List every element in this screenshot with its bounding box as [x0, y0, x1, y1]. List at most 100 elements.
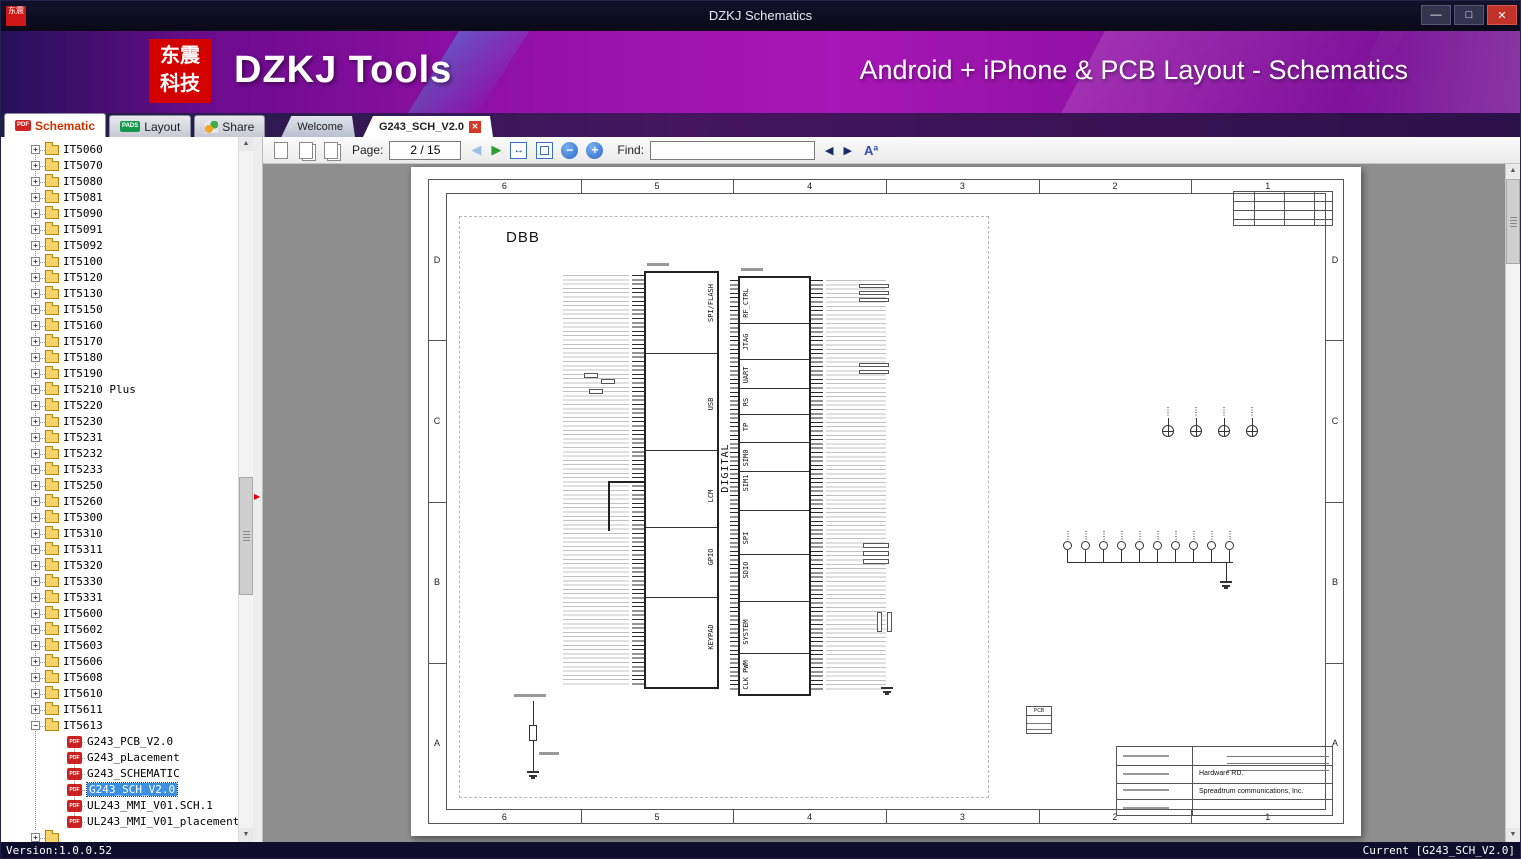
tree-folder-item[interactable]: + IT5320: [1, 558, 238, 574]
tree-folder-item[interactable]: + IT5190: [1, 366, 238, 382]
tree-folder-item[interactable]: + IT5300: [1, 510, 238, 526]
tree-file-item[interactable]: PDF UL243_MMI_V01_placement: [1, 814, 238, 830]
page-number-input[interactable]: [389, 140, 462, 160]
scroll-up-icon[interactable]: ▲: [1506, 164, 1520, 178]
expand-icon[interactable]: +: [31, 465, 40, 474]
expand-icon[interactable]: +: [31, 337, 40, 346]
sidebar-scrollbar[interactable]: ▲ ▼: [238, 137, 253, 842]
tree-folder-item[interactable]: + IT5070: [1, 158, 238, 174]
tree-file-item[interactable]: PDF UL243_MMI_V01.SCH.1: [1, 798, 238, 814]
expand-icon[interactable]: +: [31, 225, 40, 234]
zoom-in-icon[interactable]: +: [586, 141, 604, 159]
tab-document-g243[interactable]: G243_SCH_V2.0 ✕: [363, 116, 493, 137]
tree-folder-item[interactable]: + IT5602: [1, 622, 238, 638]
expand-icon[interactable]: +: [31, 321, 40, 330]
expand-icon[interactable]: +: [31, 577, 40, 586]
expand-icon[interactable]: +: [31, 257, 40, 266]
expand-icon[interactable]: +: [31, 609, 40, 618]
dual-page-view-icon[interactable]: [324, 141, 338, 159]
tree-folder-item[interactable]: + IT5120: [1, 270, 238, 286]
expand-icon[interactable]: +: [31, 353, 40, 362]
maximize-button[interactable]: □: [1454, 5, 1484, 25]
tree-folder-item[interactable]: + IT5160: [1, 318, 238, 334]
expand-icon[interactable]: +: [31, 529, 40, 538]
tab-share[interactable]: Share: [194, 115, 266, 137]
expand-icon[interactable]: +: [31, 193, 40, 202]
single-page-view-icon[interactable]: [274, 141, 288, 159]
tree-folder-item[interactable]: + IT5130: [1, 286, 238, 302]
match-case-icon[interactable]: Aª: [864, 143, 878, 158]
canvas-scrollbar[interactable]: ▲ ▼: [1505, 164, 1520, 842]
sidebar-splitter[interactable]: ▶: [253, 137, 263, 842]
tree-folder-item[interactable]: + IT5603: [1, 638, 238, 654]
collapse-icon[interactable]: −: [31, 721, 40, 730]
previous-page-icon[interactable]: ◀: [471, 142, 481, 158]
tree-folder-item[interactable]: + IT5090: [1, 206, 238, 222]
scrollbar-thumb[interactable]: [239, 477, 253, 595]
multi-page-view-icon[interactable]: [299, 141, 313, 159]
expand-icon[interactable]: +: [31, 369, 40, 378]
tree-folder-item[interactable]: + IT5331: [1, 590, 238, 606]
tree-folder-item[interactable]: + IT5611: [1, 702, 238, 718]
expand-icon[interactable]: +: [31, 641, 40, 650]
tree-file-item[interactable]: PDF G243_pLacement: [1, 750, 238, 766]
tab-layout[interactable]: PADS Layout: [109, 115, 192, 137]
tree-folder-item[interactable]: + IT5220: [1, 398, 238, 414]
fit-width-icon[interactable]: ↔: [510, 141, 528, 159]
expand-icon[interactable]: +: [31, 481, 40, 490]
find-input[interactable]: [650, 140, 816, 160]
tree-folder-item[interactable]: + IT5233: [1, 462, 238, 478]
expand-icon[interactable]: +: [31, 241, 40, 250]
tree-folder-item[interactable]: + IT5231: [1, 430, 238, 446]
expand-icon[interactable]: +: [31, 545, 40, 554]
find-next-icon[interactable]: ▶: [844, 144, 852, 157]
tab-welcome[interactable]: Welcome: [281, 116, 355, 137]
tree-folder-item[interactable]: + IT5150: [1, 302, 238, 318]
expand-icon[interactable]: +: [31, 417, 40, 426]
tree-folder-item[interactable]: + IT5311: [1, 542, 238, 558]
expand-icon[interactable]: +: [31, 209, 40, 218]
tree-folder-item[interactable]: + IT5180: [1, 350, 238, 366]
tree-folder-item[interactable]: − IT5613: [1, 718, 238, 734]
tree-folder-item[interactable]: + IT5091: [1, 222, 238, 238]
expand-icon[interactable]: +: [31, 449, 40, 458]
tree-folder-item[interactable]: + IT5210 Plus: [1, 382, 238, 398]
close-button[interactable]: ✕: [1487, 5, 1517, 25]
scroll-down-icon[interactable]: ▼: [1506, 828, 1520, 842]
tree-folder-item[interactable]: + IT5081: [1, 190, 238, 206]
tree-folder-item[interactable]: + IT5100: [1, 254, 238, 270]
expand-icon[interactable]: +: [31, 433, 40, 442]
next-page-icon[interactable]: ▶: [491, 142, 501, 158]
expand-icon[interactable]: +: [31, 689, 40, 698]
tree-folder-item[interactable]: + IT5608: [1, 670, 238, 686]
tree-file-item[interactable]: PDF G243_SCH_V2.0: [1, 782, 238, 798]
scrollbar-thumb[interactable]: [1506, 179, 1520, 264]
expand-icon[interactable]: +: [31, 177, 40, 186]
minimize-button[interactable]: —: [1421, 5, 1451, 25]
expand-icon[interactable]: +: [31, 401, 40, 410]
expand-icon[interactable]: +: [31, 161, 40, 170]
tree-folder-item[interactable]: + IT5060: [1, 142, 238, 158]
expand-icon[interactable]: +: [31, 273, 40, 282]
tree-folder-item[interactable]: + IT5606: [1, 654, 238, 670]
tree-folder-item[interactable]: + IT5330: [1, 574, 238, 590]
tree-file-item[interactable]: PDF G243_PCB_V2.0: [1, 734, 238, 750]
tree-folder-item[interactable]: + IT5232: [1, 446, 238, 462]
tree-folder-item[interactable]: + IT5610: [1, 686, 238, 702]
tree-folder-item[interactable]: +: [1, 830, 238, 842]
expand-icon[interactable]: +: [31, 625, 40, 634]
tree-folder-item[interactable]: + IT5080: [1, 174, 238, 190]
zoom-out-icon[interactable]: −: [561, 141, 579, 159]
tree-file-item[interactable]: PDF G243_SCHEMATIC: [1, 766, 238, 782]
tree-folder-item[interactable]: + IT5092: [1, 238, 238, 254]
expand-icon[interactable]: +: [31, 593, 40, 602]
expand-icon[interactable]: +: [31, 305, 40, 314]
expand-icon[interactable]: +: [31, 833, 40, 842]
splitter-collapse-icon[interactable]: ▶: [254, 492, 260, 501]
schematic-canvas[interactable]: 654321 654321 DCBA DCBA DBB SPI/FLASH USB…: [263, 164, 1520, 842]
tree-folder-item[interactable]: + IT5170: [1, 334, 238, 350]
fit-page-icon[interactable]: [536, 141, 554, 159]
tree-folder-item[interactable]: + IT5250: [1, 478, 238, 494]
expand-icon[interactable]: +: [31, 289, 40, 298]
expand-icon[interactable]: +: [31, 705, 40, 714]
